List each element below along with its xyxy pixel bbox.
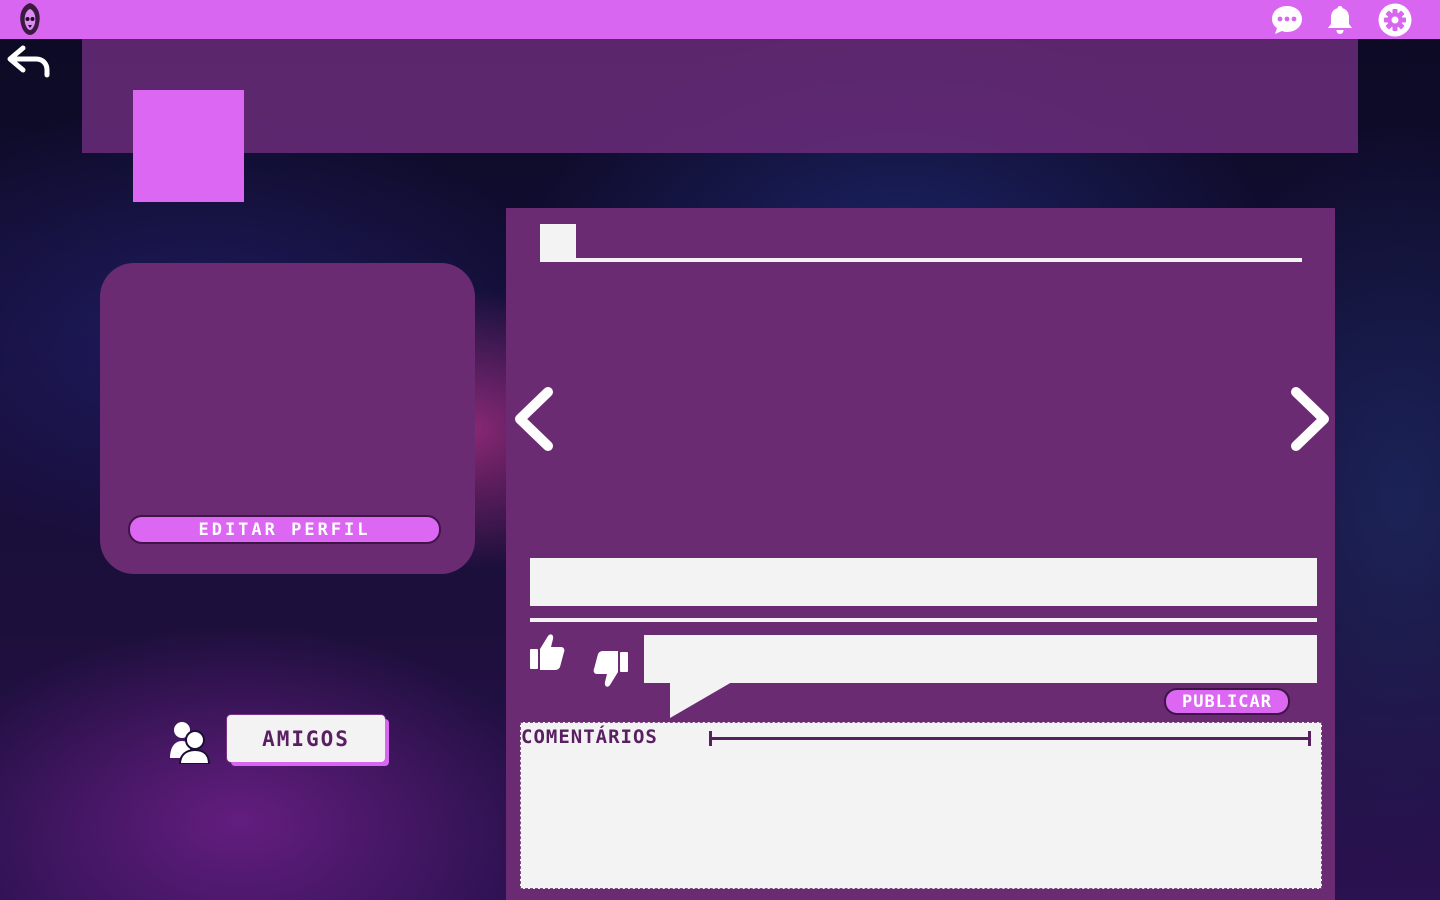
edit-profile-button[interactable]: EDITAR PERFIL — [128, 515, 441, 544]
avatar[interactable] — [133, 90, 244, 202]
users-icon — [170, 722, 210, 764]
friends-button[interactable]: AMIGOS — [227, 715, 385, 762]
speech-bubble-tail — [670, 682, 732, 718]
comments-section: COMENTÁRIOS — [520, 722, 1322, 889]
top-bar — [0, 0, 1440, 39]
chevron-right-icon[interactable] — [1288, 386, 1334, 452]
back-arrow-icon[interactable] — [6, 44, 50, 80]
gear-icon[interactable] — [1378, 3, 1412, 37]
post-text-field[interactable] — [530, 558, 1317, 606]
thumbs-down-icon[interactable] — [592, 648, 630, 690]
chat-bubble-icon[interactable] — [1270, 3, 1304, 37]
publish-button[interactable]: PUBLICAR — [1164, 688, 1290, 715]
post-author-avatar — [540, 224, 576, 258]
post-header-divider — [540, 258, 1302, 262]
comment-input[interactable] — [644, 635, 1317, 683]
post-divider — [530, 618, 1317, 622]
profile-banner — [82, 39, 1358, 153]
thumbs-up-icon[interactable] — [528, 631, 566, 673]
comments-rule — [709, 731, 1311, 746]
comments-title: COMENTÁRIOS — [521, 726, 658, 748]
bell-icon[interactable] — [1323, 3, 1357, 37]
chevron-left-icon[interactable] — [510, 386, 556, 452]
profile-card: EDITAR PERFIL — [100, 263, 475, 574]
post-panel: PUBLICAR COMENTÁRIOS — [506, 208, 1335, 900]
hooded-skull-logo-icon[interactable] — [16, 2, 44, 36]
